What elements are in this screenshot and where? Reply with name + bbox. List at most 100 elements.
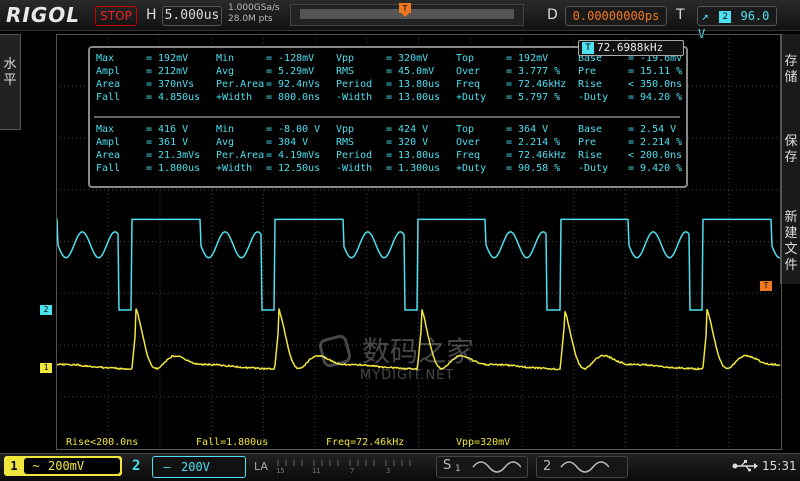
measurement-label: +Width xyxy=(216,163,252,175)
measurement-value: = 72.46kHz xyxy=(506,79,566,91)
trigger-level-marker[interactable]: T xyxy=(760,281,772,291)
storage-menu-title: 存储 xyxy=(784,54,798,86)
ch1-scale: 200mV xyxy=(48,459,84,473)
clock: 15:31 xyxy=(762,459,797,473)
measurement-label: RMS xyxy=(336,66,354,78)
serial-bus-1[interactable]: S 1 xyxy=(436,456,528,478)
measurement-value: = 94.20 % xyxy=(628,92,682,104)
ac-coupling-icon: ~ xyxy=(24,458,48,474)
measurement-label: Per.Area xyxy=(216,79,264,91)
serial-bus-2[interactable]: 2 xyxy=(536,456,628,478)
measurement-label: Max xyxy=(96,53,114,65)
fall-readout: Fall=1.800us xyxy=(196,437,268,448)
measurement-label: Area xyxy=(96,150,120,162)
measurement-value: = 320 V xyxy=(386,137,428,149)
timebase-value[interactable]: 5.000us xyxy=(162,6,222,26)
brand-logo: RIGOL xyxy=(6,3,80,27)
la-tick-11: 11 xyxy=(312,467,320,475)
measurement-value: = 21.3mVs xyxy=(146,150,200,162)
measurement-value: = 2.214 % xyxy=(506,137,560,149)
measurement-label: Min xyxy=(216,53,234,65)
measurement-value: = 5.29mV xyxy=(266,66,314,78)
measurement-value: = -128mV xyxy=(266,53,314,65)
sine-wave-icon xyxy=(471,460,521,474)
measurement-value: = 192mV xyxy=(146,53,188,65)
trigger-source-badge: 2 xyxy=(719,11,731,23)
measurement-label: RMS xyxy=(336,137,354,149)
measurement-label: Max xyxy=(96,124,114,136)
measurement-value: = 192mV xyxy=(506,53,548,65)
watermark-text: 数码之家 xyxy=(362,330,474,370)
measurement-panel[interactable]: Max = 192mV Min = -128mV Vpp = 320mV Top = 192m… xyxy=(88,46,688,188)
ch1-number: 1 xyxy=(4,456,24,476)
measurement-label: Vpp xyxy=(336,53,354,65)
measurement-label: -Width xyxy=(336,92,372,104)
trigger-label: T xyxy=(676,7,685,23)
delay-value[interactable]: 0.00000000ps xyxy=(565,6,667,26)
ch1-ground-marker[interactable]: 1 xyxy=(40,363,52,373)
measurement-label: Rise xyxy=(578,79,602,91)
measurement-value: = 364 V xyxy=(506,124,548,136)
rise-readout: Rise<200.0ns xyxy=(66,437,138,448)
measurement-label: Base xyxy=(578,124,602,136)
vpp-readout: Vpp=320mV xyxy=(456,437,510,448)
panel-divider xyxy=(94,116,680,118)
storage-menu[interactable]: 存储 保存 新建文件 xyxy=(780,34,800,284)
ch1-scale-box[interactable]: ~200mV xyxy=(24,458,120,474)
measurement-value: = 2.214 % xyxy=(628,137,682,149)
horizontal-label: H xyxy=(146,7,157,23)
la-tick-7: 7 xyxy=(350,467,354,475)
trigger-badge-icon: T xyxy=(582,42,594,54)
watermark-url: MYDIGIT.NET xyxy=(360,368,454,383)
measurement-value: < 200.0ns xyxy=(628,150,682,162)
measurement-value: = 72.46kHz xyxy=(506,150,566,162)
ch2-scale-box[interactable]: — 200V xyxy=(152,456,246,478)
measurement-label: Over xyxy=(456,137,480,149)
measurement-value: = 212mV xyxy=(146,66,188,78)
measurement-value: = 320mV xyxy=(386,53,428,65)
measurement-label: Freq xyxy=(456,150,480,162)
measurement-value: = 13.00us xyxy=(386,92,440,104)
memory-depth: 28.0M pts xyxy=(228,14,280,25)
ch2-number[interactable]: 2 xyxy=(132,456,148,476)
measurement-value: = 1.300us xyxy=(386,163,440,175)
measurement-value: = 4.19mVs xyxy=(266,150,320,162)
measurement-value: = 5.797 % xyxy=(506,92,560,104)
measurement-label: Period xyxy=(336,79,372,91)
logic-analyzer-status[interactable]: LA 15 11 7 3 xyxy=(254,458,424,476)
measurement-value: = 361 V xyxy=(146,137,188,149)
measurement-label: -Duty xyxy=(578,163,608,175)
measurement-value: = 3.777 % xyxy=(506,66,560,78)
dc-coupling-icon: — xyxy=(153,457,181,477)
ch2-scale: 200V xyxy=(181,460,210,474)
run-stop-indicator[interactable]: STOP xyxy=(95,6,137,26)
measurement-value: = 9.420 % xyxy=(628,163,682,175)
measurement-label: +Duty xyxy=(456,92,486,104)
measurement-label: Period xyxy=(336,150,372,162)
la-tick-3: 3 xyxy=(386,467,390,475)
serial-1-number: 1 xyxy=(455,464,460,474)
measurement-value: = 800.0ns xyxy=(266,92,320,104)
trigger-position-marker-icon: T xyxy=(398,2,412,18)
measurement-label: Ampl xyxy=(96,66,120,78)
la-channel-ticks-icon xyxy=(274,458,424,476)
trigger-settings[interactable]: ↗ 2 96.0 V xyxy=(697,6,777,26)
measurement-label: Fall xyxy=(96,92,120,104)
horizontal-menu-tab[interactable]: 水平 xyxy=(0,34,21,130)
frequency-counter[interactable]: T 72.6988kHz xyxy=(578,40,684,56)
measurement-value: = 12.50us xyxy=(266,163,320,175)
measurement-value: = 424 V xyxy=(386,124,428,136)
measurement-value: < 350.0ns xyxy=(628,79,682,91)
frequency-counter-value: 72.6988kHz xyxy=(597,41,663,54)
measurement-value: = 13.80us xyxy=(386,79,440,91)
ch2-ground-marker[interactable]: 2 xyxy=(40,305,52,315)
delay-label: D xyxy=(547,7,558,23)
measurement-value: = 304 V xyxy=(266,137,308,149)
measurement-label: Per.Area xyxy=(216,150,264,162)
measurement-label: -Width xyxy=(336,163,372,175)
measurement-value: = 92.4nVs xyxy=(266,79,320,91)
serial-label: S xyxy=(443,458,451,473)
measurement-label: Pre xyxy=(578,66,596,78)
la-label: LA xyxy=(254,460,268,473)
svg-text:T: T xyxy=(402,4,408,13)
